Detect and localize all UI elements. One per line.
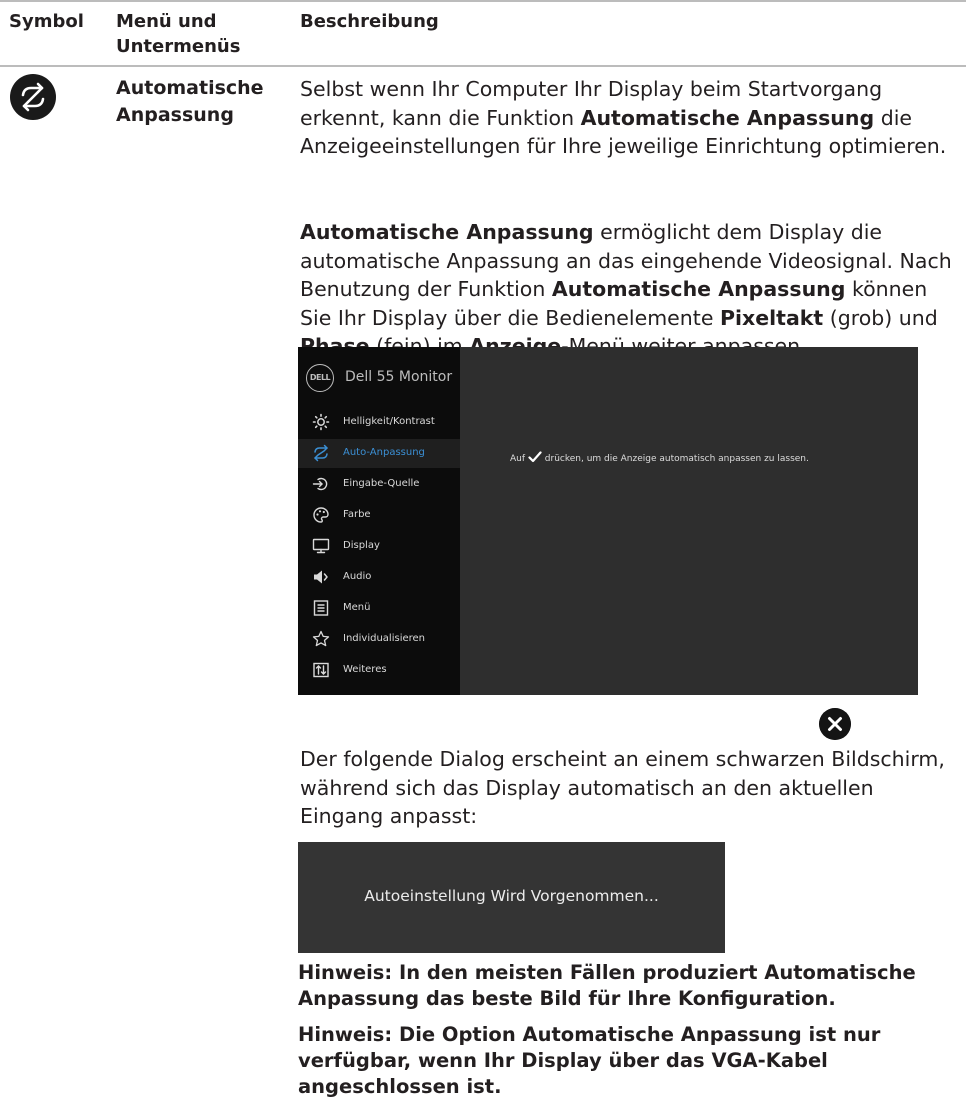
header-symbol: Symbol — [9, 11, 84, 32]
brightness-icon — [312, 413, 330, 431]
osd-message: Auf drücken, um die Anzeige automatisch … — [510, 451, 809, 466]
star-icon — [312, 630, 330, 647]
input-source-icon — [312, 477, 328, 491]
note-2: Hinweis: Die Option Automatische Anpassu… — [298, 1023, 881, 1098]
monitor-icon — [312, 538, 330, 554]
auto-adjust-icon — [10, 74, 56, 120]
description-paragraph-2: Automatische Anpassung ermöglicht dem Di… — [300, 220, 952, 358]
osd-item-auto-anpassung[interactable]: Auto-Anpassung — [298, 439, 460, 468]
osd-item-display[interactable]: Display — [298, 532, 460, 561]
osd-item-eingabe-quelle[interactable]: Eingabe-Quelle — [298, 470, 460, 499]
osd-item-label: Display — [343, 540, 380, 551]
note-1: Hinweis: In den meisten Fällen produzier… — [298, 961, 916, 1010]
osd-item-label: Auto-Anpassung — [343, 447, 425, 458]
speaker-icon — [314, 570, 328, 584]
dialog-text: Autoeinstellung Wird Vorgenommen... — [364, 887, 659, 905]
auto-adjust-dialog: Autoeinstellung Wird Vorgenommen... — [298, 842, 725, 953]
osd-item-label: Individualisieren — [343, 633, 426, 644]
menu-name: Automatische Anpassung — [116, 77, 264, 126]
osd-item-label: Menü — [343, 602, 371, 613]
table-top-rule — [0, 0, 966, 2]
osd-title: Dell 55 Monitor — [345, 369, 453, 385]
osd-item-helligkeit[interactable]: Helligkeit/Kontrast — [298, 408, 460, 437]
osd-item-label: Audio — [343, 571, 372, 582]
osd-item-label: Eingabe-Quelle — [343, 478, 420, 489]
osd-item-farbe[interactable]: Farbe — [298, 501, 460, 530]
osd-item-individualisieren[interactable]: Individualisieren — [298, 625, 460, 654]
osd-screenshot: DELL Dell 55 Monitor Helligkeit/Kontrast… — [298, 347, 918, 695]
auto-adjust-icon — [314, 444, 328, 462]
menu-list-icon — [313, 600, 329, 616]
osd-item-menu[interactable]: Menü — [298, 594, 460, 623]
checkmark-icon — [528, 451, 542, 463]
osd-item-weiteres[interactable]: Weiteres — [298, 656, 460, 685]
description-paragraph-1: Selbst wenn Ihr Computer Ihr Display bei… — [300, 77, 947, 158]
close-icon[interactable] — [819, 708, 851, 740]
osd-item-label: Weiteres — [343, 664, 387, 675]
palette-icon — [313, 507, 329, 523]
osd-item-audio[interactable]: Audio — [298, 563, 460, 592]
osd-item-label: Helligkeit/Kontrast — [343, 416, 435, 427]
header-menu: Menü und Untermenüs — [116, 11, 241, 57]
description-paragraph-3: Der folgende Dialog erscheint an einem s… — [300, 747, 945, 828]
dell-logo: DELL — [306, 364, 334, 392]
others-icon — [313, 662, 329, 678]
header-description: Beschreibung — [300, 11, 439, 32]
osd-item-label: Farbe — [343, 509, 371, 520]
osd-sidebar: DELL Dell 55 Monitor Helligkeit/Kontrast… — [298, 347, 460, 695]
header-rule — [0, 65, 966, 67]
